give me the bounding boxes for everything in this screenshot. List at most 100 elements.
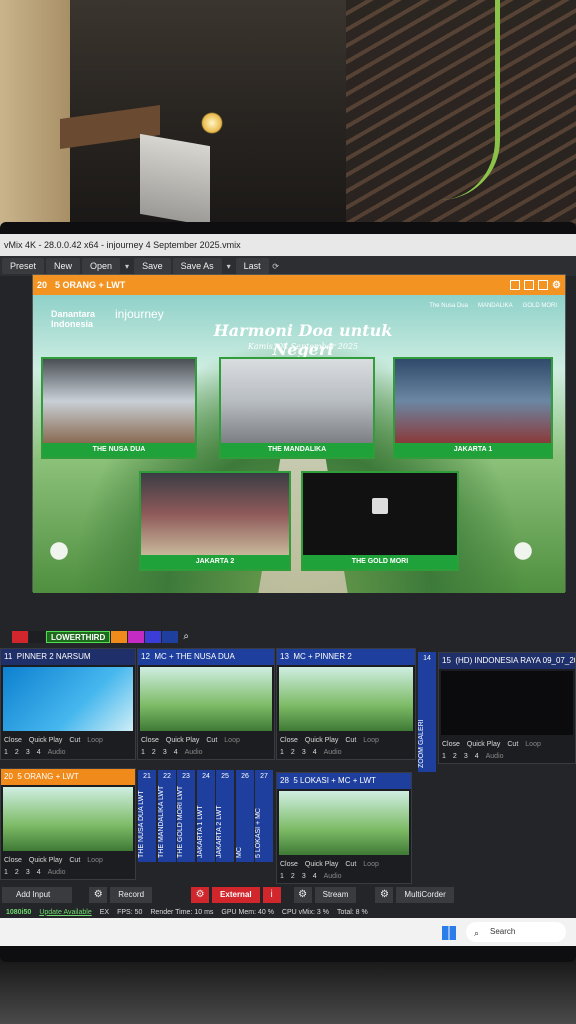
input-preview[interactable] (279, 667, 413, 731)
gear-icon[interactable]: ⚙ (375, 887, 394, 903)
overlay-4-button[interactable]: 4 (313, 749, 317, 756)
overlay-4-button[interactable]: 4 (37, 869, 41, 876)
fullscreen-icon[interactable] (538, 279, 549, 290)
color-tab[interactable] (145, 631, 162, 643)
input-21[interactable]: THE NUSA DUA LWT (138, 784, 156, 862)
input-22[interactable]: THE MANDALIKA LWT (158, 784, 176, 862)
taskbar-search[interactable]: Search (466, 922, 566, 942)
overlay-3-button[interactable]: 3 (26, 869, 30, 876)
color-tab[interactable] (162, 631, 179, 643)
menu-new[interactable]: New (46, 258, 81, 274)
input-11[interactable]: 11 PINNER 2 NARSUM Close Quick Play Cut Loo… (0, 648, 136, 760)
input-20[interactable]: 20 5 ORANG + LWT Close Quick Play Cut Loop … (0, 768, 136, 880)
overlay-1-button[interactable]: 1 (280, 873, 284, 880)
menu-preset[interactable]: Preset (2, 258, 45, 274)
overlay-3-button[interactable]: 3 (302, 749, 306, 756)
overlay-4-button[interactable]: 4 (174, 749, 178, 756)
close-button[interactable]: Close (280, 737, 298, 744)
overlay-2-button[interactable]: 2 (15, 869, 19, 876)
loop-button[interactable]: Loop (87, 737, 103, 744)
input-24[interactable]: JAKARTA 1 LWT (197, 784, 215, 862)
overlay-4-button[interactable]: 4 (313, 873, 317, 880)
input-preview[interactable] (3, 787, 133, 851)
gear-icon[interactable]: ⚙ (89, 887, 108, 903)
input-12[interactable]: 12 MC + THE NUSA DUA Close Quick Play Cut L… (137, 648, 275, 760)
overlay-1-button[interactable]: 1 (141, 749, 145, 756)
menu-open[interactable]: Open (82, 258, 121, 274)
input-preview[interactable] (279, 791, 409, 855)
lowerthird-button[interactable]: LOWERTHIRD (46, 631, 111, 643)
input-preview[interactable] (140, 667, 272, 731)
chevron-down-icon[interactable]: ▾ (224, 262, 234, 271)
overlay-icon[interactable] (524, 279, 535, 290)
overlay-4-button[interactable]: 4 (475, 753, 479, 760)
chevron-down-icon[interactable]: ▾ (122, 262, 132, 271)
overlay-2-button[interactable]: 2 (15, 749, 19, 756)
overlay-3-button[interactable]: 3 (464, 753, 468, 760)
quick-play-button[interactable]: Quick Play (29, 737, 62, 744)
color-icon[interactable] (510, 279, 521, 290)
cut-button[interactable]: Cut (507, 741, 518, 748)
audio-button[interactable]: Audio (486, 753, 504, 760)
external-info-icon[interactable]: i (262, 887, 281, 903)
color-tab[interactable] (12, 631, 28, 643)
overlay-1-button[interactable]: 1 (280, 749, 284, 756)
color-tab[interactable] (111, 631, 128, 643)
cut-button[interactable]: Cut (69, 857, 80, 864)
overlay-1-button[interactable]: 1 (4, 869, 8, 876)
external-button[interactable]: External (212, 887, 260, 903)
overlay-3-button[interactable]: 3 (302, 873, 306, 880)
cut-button[interactable]: Cut (69, 737, 80, 744)
loop-button[interactable]: Loop (525, 741, 541, 748)
loop-button[interactable]: Loop (363, 861, 379, 868)
menu-save[interactable]: Save (134, 258, 171, 274)
input-27[interactable]: 5 LOKASI + MC (255, 784, 273, 862)
record-button[interactable]: Record (110, 887, 153, 903)
audio-button[interactable]: Audio (185, 749, 203, 756)
close-button[interactable]: Close (442, 741, 460, 748)
cut-button[interactable]: Cut (206, 737, 217, 744)
audio-button[interactable]: Audio (324, 873, 342, 880)
overlay-3-button[interactable]: 3 (163, 749, 167, 756)
input-13[interactable]: 13 MC + PINNER 2 Close Quick Play Cut Loop … (276, 648, 416, 760)
overlay-3-button[interactable]: 3 (26, 749, 30, 756)
multicorder-button[interactable]: MultiCorder (396, 887, 454, 903)
gear-icon[interactable]: ⚙ (191, 887, 210, 903)
audio-button[interactable]: Audio (48, 869, 66, 876)
input-preview[interactable] (3, 667, 133, 731)
quick-play-button[interactable]: Quick Play (29, 857, 62, 864)
update-available-link[interactable]: Update Available (39, 909, 91, 916)
color-tab[interactable] (128, 631, 145, 643)
input-15[interactable]: 15 (HD) INDONESIA RAYA 09_07_2025 Close Q… (438, 652, 576, 764)
loop-button[interactable]: Loop (363, 737, 379, 744)
quick-play-button[interactable]: Quick Play (467, 741, 500, 748)
quick-play-button[interactable]: Quick Play (305, 737, 338, 744)
refresh-icon[interactable]: ⟳ (271, 262, 281, 271)
overlay-4-button[interactable]: 4 (37, 749, 41, 756)
stream-button[interactable]: Stream (314, 887, 357, 903)
input-preview[interactable] (441, 671, 573, 735)
overlay-1-button[interactable]: 1 (442, 753, 446, 760)
input-26[interactable]: MC (236, 784, 254, 862)
windows-start-icon[interactable] (442, 926, 456, 940)
gear-icon[interactable]: ⚙ (552, 280, 561, 291)
audio-button[interactable]: Audio (48, 749, 66, 756)
color-tab[interactable] (29, 631, 45, 643)
audio-button[interactable]: Audio (324, 749, 342, 756)
cut-button[interactable]: Cut (345, 737, 356, 744)
close-button[interactable]: Close (4, 737, 22, 744)
cut-button[interactable]: Cut (345, 861, 356, 868)
loop-button[interactable]: Loop (87, 857, 103, 864)
loop-button[interactable]: Loop (224, 737, 240, 744)
add-input-button[interactable]: Add Input (2, 887, 73, 903)
menu-last[interactable]: Last (235, 258, 269, 274)
close-button[interactable]: Close (141, 737, 159, 744)
search-icon[interactable]: ⌕ (179, 630, 193, 644)
overlay-2-button[interactable]: 2 (291, 873, 295, 880)
close-button[interactable]: Close (4, 857, 22, 864)
close-button[interactable]: Close (280, 861, 298, 868)
overlay-2-button[interactable]: 2 (291, 749, 295, 756)
overlay-2-button[interactable]: 2 (453, 753, 457, 760)
quick-play-button[interactable]: Quick Play (166, 737, 199, 744)
input-28[interactable]: 28 5 LOKASI + MC + LWT Close Quick Play Cu… (276, 772, 412, 884)
